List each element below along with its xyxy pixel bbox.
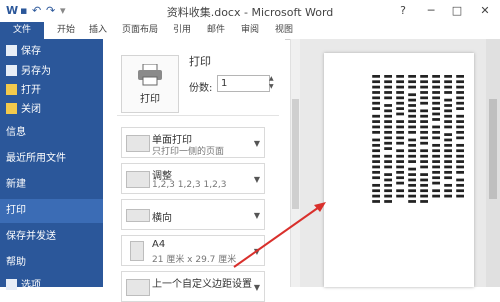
open-folder-icon — [6, 84, 17, 95]
chevron-down-icon: ▼ — [253, 139, 260, 148]
tab-insert[interactable]: 插入 — [84, 22, 112, 39]
sidebar-item-new[interactable]: 新建 — [0, 173, 103, 197]
page-text-column: ▌▌▌▌▌▌▌▌▌ ▌▌▌ ▌▌▌▌▌▌▌▌ ▌▌ — [432, 75, 440, 201]
save-as-icon — [6, 65, 17, 76]
sidebar-item-label: 打开 — [21, 85, 41, 96]
sidebar-item-help[interactable]: 帮助 — [0, 251, 103, 275]
increment-icon[interactable]: ▲ — [269, 75, 277, 83]
title-bar: W ▪ ↶ ↷ ▾ 资料收集.docx - Microsoft Word ? ─… — [0, 0, 500, 23]
preview-scrollbar[interactable] — [486, 39, 500, 287]
page-text-column: ▌▌▌▌▌▌▌▌ ▌▌▌▌▌ ▌▌▌▌▌▌▌ ▌▌ — [396, 75, 404, 201]
sidebar-item-open[interactable]: 打开 — [0, 82, 103, 100]
collate-icon — [126, 171, 150, 188]
option-title: A4 — [152, 239, 166, 250]
tab-view[interactable]: 视图 — [270, 22, 298, 39]
options-icon — [6, 279, 17, 290]
scroll-thumb[interactable] — [292, 99, 299, 209]
sidebar-item-info[interactable]: 信息 — [0, 121, 103, 145]
minimize-button[interactable]: ─ — [418, 2, 444, 20]
annotation-arrow — [233, 202, 326, 268]
collate-dropdown[interactable]: 调整 1,2,3 1,2,3 1,2,3 ▼ — [121, 163, 265, 194]
close-button[interactable]: ✕ — [472, 2, 498, 20]
save-icon — [6, 45, 17, 56]
page-text-column: ▌▌▌▌▌▌▌ ▌▌▌▌▌ ▌▌▌▌▌▌ ▌▌▌▌ — [456, 75, 464, 201]
option-subtitle: 1,2,3 1,2,3 1,2,3 — [152, 180, 227, 190]
help-button[interactable]: ? — [390, 2, 416, 20]
sidebar-item-print[interactable]: 打印 — [0, 199, 103, 223]
scroll-thumb[interactable] — [489, 99, 497, 199]
print-button-label: 打印 — [140, 94, 160, 105]
page-text-column: ▌▌▌▌ ▌▌▌▌▌▌ ▌▌▌▌▌▌▌▌▌ ▌▌▌ — [444, 75, 452, 201]
print-heading: 打印 — [189, 55, 211, 68]
tab-references[interactable]: 引用 — [168, 22, 196, 39]
sidebar-item-label: 选项 — [21, 280, 41, 291]
sidebar-item-save-as[interactable]: 另存为 — [0, 63, 103, 81]
option-title: 横向 — [152, 213, 172, 224]
single-side-icon — [126, 135, 150, 152]
sidebar-item-label: 另存为 — [21, 66, 51, 77]
sidebar-item-label: 保存 — [21, 46, 41, 57]
sidebar-item-label: 关闭 — [21, 104, 41, 115]
paper-size-icon — [130, 241, 144, 261]
restore-button[interactable]: □ — [444, 2, 470, 20]
divider — [117, 115, 279, 116]
tab-file[interactable]: 文件 — [0, 22, 44, 39]
chevron-down-icon: ▼ — [253, 283, 260, 292]
orientation-icon — [126, 209, 150, 222]
copies-stepper[interactable]: ▲ ▼ — [269, 75, 277, 92]
page-text-column: ▌▌▌▌▌▌▌ ▌▌▌▌ ▌▌▌▌▌▌▌▌ ▌▌▌▌ — [372, 75, 380, 206]
sides-dropdown[interactable]: 单面打印 只打印一侧的页面 ▼ — [121, 127, 265, 158]
backstage-sidebar: 保存 另存为 打开 关闭 信息 最近所用文件 新建 打印 保存并发送 帮助 选项 — [0, 39, 103, 291]
tab-home[interactable]: 开始 — [52, 22, 80, 39]
page-text-column: ▌▌▌▌▌▌ ▌▌▌▌▌▌▌ ▌▌▌▌ ▌▌▌▌▌▌ — [420, 75, 428, 206]
sidebar-item-recent[interactable]: 最近所用文件 — [0, 147, 103, 171]
page-text-column: ▌▌▌▌▌ ▌▌▌▌▌▌▌▌▌ ▌▌▌ ▌▌▌▌▌▌ — [384, 75, 392, 206]
close-doc-icon — [6, 103, 17, 114]
copies-label: 份数: — [189, 83, 213, 94]
option-subtitle: 只打印一侧的页面 — [152, 147, 225, 157]
tab-mailings[interactable]: 邮件 — [202, 22, 230, 39]
sidebar-item-save-send[interactable]: 保存并发送 — [0, 225, 103, 249]
option-title: 上一个自定义边距设置 — [152, 279, 252, 290]
option-subtitle: 21 厘米 x 29.7 厘米 — [152, 255, 237, 265]
decrement-icon[interactable]: ▼ — [269, 83, 277, 91]
tab-review[interactable]: 审阅 — [236, 22, 264, 39]
print-button[interactable]: 打印 — [121, 55, 179, 113]
sidebar-item-save[interactable]: 保存 — [0, 43, 103, 61]
preview-page: ▌▌▌▌▌▌▌ ▌▌▌▌ ▌▌▌▌▌▌▌▌ ▌▌▌▌ ▌▌▌▌▌ ▌▌▌▌▌▌▌… — [324, 53, 474, 287]
sidebar-item-options[interactable]: 选项 — [0, 277, 103, 295]
copies-input[interactable]: 1 — [217, 75, 270, 92]
printer-icon — [138, 64, 162, 86]
ribbon-tabs: 文件 开始 插入 页面布局 引用 邮件 审阅 视图 — [0, 22, 500, 40]
chevron-down-icon: ▼ — [253, 175, 260, 184]
sidebar-item-close[interactable]: 关闭 — [0, 101, 103, 119]
page-text-column: ▌▌▌ ▌▌▌▌▌▌▌▌ ▌▌▌▌▌ ▌▌▌▌▌▌▌ — [408, 75, 416, 206]
margins-icon — [126, 279, 150, 296]
tab-page-layout[interactable]: 页面布局 — [118, 22, 162, 39]
